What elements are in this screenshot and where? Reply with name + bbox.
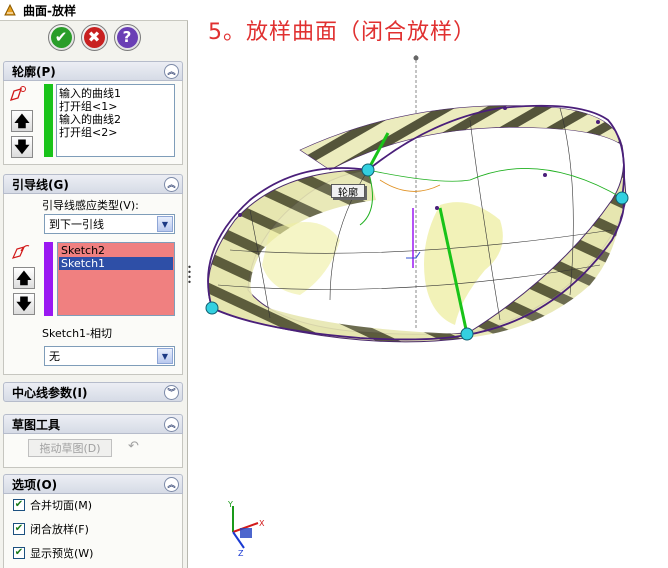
connector-handle[interactable] — [615, 191, 629, 205]
vertex-point — [543, 173, 547, 177]
profiles-color-tab — [44, 84, 53, 157]
graphics-viewport[interactable]: Y X Z — [189, 0, 668, 568]
close-icon: ✖ — [83, 27, 105, 48]
option-label: 合并切面(M) — [30, 499, 93, 512]
close-loft-option[interactable]: ✔ 闭合放样(F) — [13, 521, 89, 537]
axis-endpoint — [413, 55, 419, 61]
influence-type-select[interactable]: 到下一引线 ▼ — [44, 214, 175, 234]
profiles-section-title: 轮廓(P) — [12, 64, 56, 79]
guides-color-tab — [44, 242, 53, 316]
help-icon: ? — [116, 27, 138, 48]
profiles-section-body: 🡅 🡇 输入的曲线1 打开组<1> 输入的曲线2 打开组<2> — [3, 81, 183, 165]
checkmark-icon: ✔ — [50, 27, 72, 48]
ok-button[interactable]: ✔ — [47, 24, 75, 51]
guides-list[interactable]: Sketch2 Sketch1 — [57, 242, 175, 316]
move-down-button[interactable]: 🡇 — [11, 136, 33, 158]
guides-section-title: 引导线(G) — [12, 177, 69, 192]
list-item[interactable]: 输入的曲线1 — [59, 87, 172, 100]
show-preview-option[interactable]: ✔ 显示预览(W) — [13, 545, 93, 561]
property-manager-panel: 曲面-放样 ✔ ✖ ? 轮廓(P) ︽ 🡅 🡇 输入的曲线1 打开组<1> 输入… — [0, 0, 188, 568]
guide-curve-icon — [11, 244, 30, 259]
sketch-tools-section-body: 拖动草图(D) ↶ — [3, 434, 183, 468]
action-buttons: ✔ ✖ ? — [0, 24, 188, 58]
vertex-point — [503, 106, 507, 110]
title-bar: 曲面-放样 — [0, 0, 188, 21]
vertex-point — [435, 206, 439, 210]
collapse-up-icon[interactable]: ︽ — [164, 177, 179, 192]
surface-inner-wall — [299, 105, 623, 171]
centerline-section-title: 中心线参数(I) — [12, 385, 88, 400]
move-up-button[interactable]: 🡅 — [11, 110, 33, 132]
collapse-up-icon[interactable]: ︽ — [164, 477, 179, 492]
option-label: 闭合放样(F) — [30, 523, 89, 536]
view-triad: Y X Z — [227, 500, 265, 558]
move-up-button[interactable]: 🡅 — [13, 267, 35, 289]
guides-section-header[interactable]: 引导线(G) ︽ — [3, 174, 183, 194]
centerline-section-header[interactable]: 中心线参数(I) ︾ — [3, 382, 183, 402]
merge-tangent-faces-option[interactable]: ✔ 合并切面(M) — [13, 497, 92, 513]
chevron-down-icon: ▼ — [157, 348, 173, 364]
collapse-up-icon[interactable]: ︽ — [164, 64, 179, 79]
vertex-point — [238, 213, 242, 217]
triad-x-label: X — [259, 519, 265, 528]
construction-curve — [379, 179, 441, 192]
list-item[interactable]: 打开组<2> — [59, 126, 172, 139]
sketch-tools-section-header[interactable]: 草图工具 ︽ — [3, 414, 183, 434]
influence-type-label: 引导线感应类型(V): — [42, 199, 139, 212]
checkbox-checked[interactable]: ✔ — [13, 523, 25, 535]
list-item[interactable]: 输入的曲线2 — [59, 113, 172, 126]
tangency-value: 无 — [49, 350, 60, 363]
help-button[interactable]: ? — [113, 24, 141, 51]
options-section-title: 选项(O) — [12, 477, 58, 492]
arrow-down-icon: 🡇 — [14, 137, 30, 156]
influence-type-value: 到下一引线 — [49, 218, 104, 231]
drag-sketch-button[interactable]: 拖动草图(D) — [28, 439, 112, 457]
vertex-point — [596, 120, 600, 124]
arrow-up-icon: 🡅 — [14, 111, 30, 130]
guides-section-body: 引导线感应类型(V): 到下一引线 ▼ 🡅 🡇 Sketch2 Sketch1 … — [3, 194, 183, 375]
connector-handle[interactable] — [205, 301, 219, 315]
list-item[interactable]: Sketch2 — [59, 244, 173, 257]
tangency-select[interactable]: 无 ▼ — [44, 346, 175, 366]
loft-surface-icon — [4, 3, 16, 16]
triad-z-label: Z — [238, 549, 244, 558]
checkbox-checked[interactable]: ✔ — [13, 499, 25, 511]
profiles-section-header[interactable]: 轮廓(P) ︽ — [3, 61, 183, 81]
expand-down-icon[interactable]: ︾ — [164, 385, 179, 400]
triad-y-label: Y — [227, 500, 233, 509]
options-section-body: ✔ 合并切面(M) ✔ 闭合放样(F) ✔ 显示预览(W) — [3, 494, 183, 568]
arrow-up-icon: 🡅 — [16, 268, 32, 287]
surface-highlight — [262, 222, 340, 295]
list-item[interactable]: 打开组<1> — [59, 100, 172, 113]
list-item-selected[interactable]: Sketch1 — [59, 257, 173, 270]
profiles-list[interactable]: 输入的曲线1 打开组<1> 输入的曲线2 打开组<2> — [56, 84, 175, 157]
move-down-button[interactable]: 🡇 — [13, 293, 35, 315]
chevron-down-icon: ▼ — [157, 216, 173, 232]
undo-icon[interactable]: ↶ — [128, 439, 139, 454]
collapse-up-icon[interactable]: ︽ — [164, 417, 179, 432]
panel-title: 曲面-放样 — [23, 3, 76, 18]
profile-sketch-curve — [367, 168, 623, 199]
connector-handle[interactable] — [361, 163, 375, 177]
checkbox-checked[interactable]: ✔ — [13, 547, 25, 559]
profile-callout-tag[interactable]: 轮廓 — [331, 184, 365, 199]
tangency-label: Sketch1-相切 — [42, 327, 113, 340]
arrow-down-icon: 🡇 — [16, 294, 32, 313]
viewport-caption: 5。放样曲面（闭合放样） — [208, 20, 476, 45]
profile-icon — [9, 86, 26, 101]
connector-handle[interactable] — [460, 327, 474, 341]
cancel-button[interactable]: ✖ — [80, 24, 108, 51]
options-section-header[interactable]: 选项(O) ︽ — [3, 474, 183, 494]
option-label: 显示预览(W) — [30, 547, 94, 560]
sketch-tools-section-title: 草图工具 — [12, 417, 61, 432]
